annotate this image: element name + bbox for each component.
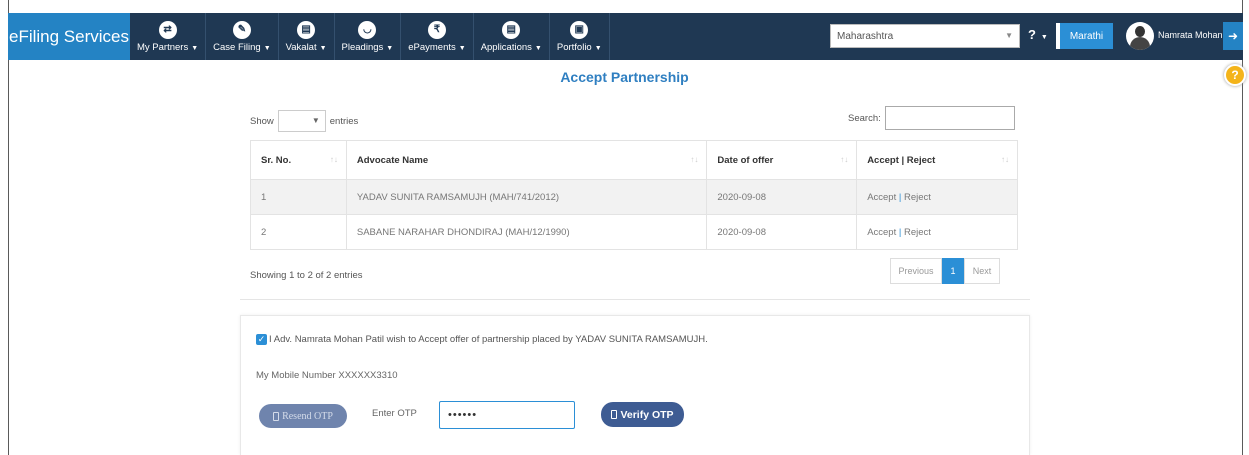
cell-actions: Accept | Reject: [856, 179, 1018, 215]
cell-advocate-name: SABANE NARAHAR DHONDIRAJ (MAH/12/1990): [345, 214, 708, 250]
resend-otp-label: Resend OTP: [282, 410, 333, 422]
menu-pleadings[interactable]: ◡ Pleadings ▼: [335, 13, 402, 60]
caret-down-icon: ▼: [319, 44, 327, 52]
document-icon: ▤: [297, 20, 316, 39]
page-title: Accept Partnership: [560, 69, 689, 85]
avatar[interactable]: [1126, 22, 1154, 50]
search-input[interactable]: [884, 106, 1015, 130]
otp-label: Enter OTP: [372, 408, 417, 419]
partnership-table: Sr. No. ↑↓ Advocate Name ↑↓ Date of offer ↑…: [250, 140, 1018, 250]
cell-sr-no: 1: [250, 179, 347, 215]
page-1-button[interactable]: 1: [942, 258, 964, 284]
mobile-number: My Mobile Number XXXXXX3310: [256, 370, 398, 381]
sort-icon: ↑↓: [329, 155, 338, 164]
sort-icon: ↑↓: [1001, 155, 1009, 164]
menu-epayments[interactable]: ₹ ePayments ▼: [401, 13, 474, 60]
menu-portfolio[interactable]: ▣ Portfolio ▼: [550, 13, 610, 60]
menu-label: Portfolio: [556, 41, 592, 53]
cell-advocate-name: YADAV SUNITA RAMSAMUJH (MAH/741/2012): [345, 179, 708, 215]
consent-row: ✓ I Adv. Namrata Mohan Patil wish to Acc…: [256, 334, 708, 345]
sort-icon: ↑↓: [690, 155, 699, 164]
caret-down-icon: ▼: [386, 44, 394, 52]
page-length-control: Show ▼ entries: [250, 110, 358, 132]
help-menu-button[interactable]: ? ▼: [1028, 27, 1048, 42]
briefcase-icon: ▣: [570, 20, 589, 39]
search-label: Search:: [848, 112, 881, 124]
resend-otp-button[interactable]: Resend OTP: [259, 404, 347, 428]
rupee-icon: ₹: [427, 20, 446, 39]
menu-case-filing[interactable]: ✎ Case Filing ▼: [206, 13, 279, 60]
caret-down-icon: ▼: [191, 44, 199, 52]
cell-actions: Accept | Reject: [856, 214, 1018, 250]
chevron-down-icon: ▼: [311, 116, 320, 125]
cell-date: 2020-09-08: [706, 179, 858, 215]
language-button[interactable]: Marathi: [1056, 23, 1113, 49]
separator: |: [898, 191, 902, 203]
menu-label: ePayments: [408, 41, 456, 53]
previous-page-button[interactable]: Previous: [890, 258, 942, 284]
main-menu: ⇄ My Partners ▼ ✎ Case Filing ▼ ▤ Vakalat ▼…: [130, 13, 610, 60]
menu-label: Case Filing: [213, 41, 261, 53]
consent-checkbox[interactable]: ✓: [256, 334, 267, 345]
reject-link[interactable]: Reject: [904, 192, 931, 203]
state-select-value: Maharashtra: [837, 31, 894, 42]
menu-label: My Partners: [137, 41, 189, 53]
accept-link[interactable]: Accept: [867, 227, 896, 238]
column-header-advocate-name[interactable]: Advocate Name ↑↓: [345, 140, 708, 180]
otp-consent-panel: ✓ I Adv. Namrata Mohan Patil wish to Acc…: [240, 315, 1030, 455]
partners-icon: ⇄: [158, 20, 177, 39]
help-icon: ?: [1028, 27, 1036, 42]
caret-down-icon: ▼: [263, 44, 271, 52]
column-header-date-of-offer[interactable]: Date of offer ↑↓: [706, 140, 858, 180]
verify-otp-button[interactable]: Verify OTP: [601, 402, 684, 427]
search-control: Search:: [848, 106, 1015, 130]
partnership-table-section: Show ▼ entries Search: Sr. No. ↑↓ Advocat…: [240, 100, 1030, 300]
separator: |: [898, 226, 902, 238]
reject-link[interactable]: Reject: [904, 227, 931, 238]
caret-down-icon: ▼: [1038, 34, 1048, 41]
brand-logo[interactable]: eFiling Services: [8, 13, 130, 60]
pagination: Previous 1 Next: [890, 258, 1000, 284]
menu-vakalat[interactable]: ▤ Vakalat ▼: [279, 13, 335, 60]
menu-label: Applications: [480, 41, 532, 53]
accept-link[interactable]: Accept: [867, 192, 896, 203]
show-label: Show: [250, 115, 274, 127]
pencil-icon: ✎: [232, 20, 251, 39]
table-row: 2 SABANE NARAHAR DHONDIRAJ (MAH/12/1990)…: [250, 214, 1018, 250]
top-navbar: eFiling Services ⇄ My Partners ▼ ✎ Case F…: [8, 13, 1243, 60]
table-row: 1 YADAV SUNITA RAMSAMUJH (MAH/741/2012) …: [250, 179, 1018, 215]
menu-my-partners[interactable]: ⇄ My Partners ▼: [130, 13, 207, 60]
next-page-button[interactable]: Next: [964, 258, 1000, 284]
menu-applications[interactable]: ▤ Applications ▼: [474, 13, 550, 60]
menu-label: Vakalat: [285, 41, 317, 53]
caret-down-icon: ▼: [594, 44, 602, 52]
page-length-select[interactable]: ▼: [277, 110, 326, 132]
column-header-accept-reject[interactable]: Accept | Reject ↑↓: [856, 140, 1018, 180]
otp-input[interactable]: ••••••: [439, 401, 575, 429]
caret-down-icon: ▼: [1005, 31, 1013, 40]
verify-otp-label: Verify OTP: [620, 408, 674, 421]
cell-date: 2020-09-08: [706, 214, 858, 250]
mobile-icon: [273, 411, 280, 421]
caret-down-icon: ▼: [534, 44, 542, 52]
cell-sr-no: 2: [250, 214, 347, 250]
menu-label: Pleadings: [341, 41, 384, 53]
state-select[interactable]: Maharashtra ▼: [830, 24, 1020, 48]
table-info: Showing 1 to 2 of 2 entries: [250, 270, 363, 281]
column-header-sr-no[interactable]: Sr. No. ↑↓: [250, 140, 347, 180]
entries-label: entries: [329, 115, 359, 127]
caret-down-icon: ▼: [458, 44, 466, 52]
mobile-icon: [611, 410, 618, 419]
consent-statement: I Adv. Namrata Mohan Patil wish to Accep…: [269, 334, 708, 345]
hands-icon: ◡: [358, 20, 377, 39]
sort-icon: ↑↓: [840, 155, 849, 164]
logout-icon[interactable]: ➜: [1223, 22, 1243, 50]
document-icon: ▤: [502, 20, 521, 39]
user-name[interactable]: Namrata Mohan...: [1158, 30, 1230, 40]
